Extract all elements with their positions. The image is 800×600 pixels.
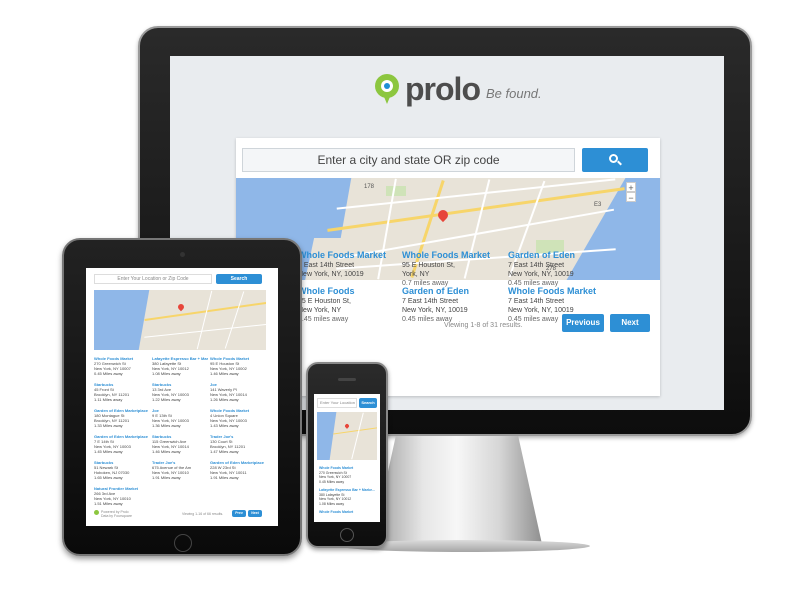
list-item[interactable]: Joe 9 E 13th St New York, NY 10003 1.36 Mil… — [152, 408, 208, 428]
tablet-prev-button[interactable]: Prev — [232, 510, 246, 517]
tablet-results-count: Viewing 1-16 of 66 results. — [182, 512, 224, 516]
list-item[interactable]: Starbucks 115 Greenwich Ave New York, NY 1… — [152, 434, 208, 454]
location-pin-eye-icon — [375, 74, 399, 104]
list-item[interactable]: Garden of Eden 7 East 14th Street New Yo… — [508, 250, 618, 288]
list-item[interactable]: Natural Frontier Market 266 3rd Ave New Yo… — [94, 486, 150, 506]
zoom-out-icon[interactable]: − — [626, 192, 636, 203]
list-item[interactable]: Whole Foods Market 7 East 14th Street Ne… — [298, 250, 408, 279]
list-item[interactable]: Starbucks 13 3rd Ave New York, NY 10003 1.2… — [152, 382, 208, 402]
map-marker-icon[interactable] — [435, 207, 451, 223]
search-icon — [609, 154, 622, 166]
list-item[interactable]: Starbucks 45 Front St Brooklyn, NY 11201 1.… — [94, 382, 150, 402]
list-item[interactable]: Whole Foods Market 95 E Houston St New Yor… — [210, 356, 266, 376]
list-item[interactable]: Trader Joe's 130 Court St Brooklyn, NY 112… — [210, 434, 266, 454]
list-item[interactable]: Joe 141 Waverly Pl New York, NY 10014 1.26 … — [210, 382, 266, 402]
list-item[interactable]: Whole Foods Market 270 Greenwich St New Yo… — [319, 466, 377, 484]
phone-search-input[interactable]: Enter Your Location or Zip — [317, 398, 357, 408]
map-marker-icon[interactable] — [344, 423, 350, 429]
prolo-pin-icon — [94, 510, 99, 515]
list-item[interactable]: Trader Joe's 675 Avenue of the Am New York… — [152, 460, 208, 480]
phone-home-button[interactable] — [340, 528, 354, 542]
phone-screen: Enter Your Location or Zip Search Whole … — [314, 394, 380, 522]
prolo-logo[interactable]: prolo Be found. — [375, 70, 542, 107]
tablet-search-input[interactable]: Enter Your Location or Zip Code — [94, 274, 212, 284]
tablet-home-button[interactable] — [174, 534, 192, 552]
tablet-next-button[interactable]: Next — [248, 510, 262, 517]
list-item[interactable]: Whole Foods Market — [319, 510, 377, 515]
list-item[interactable]: Garden of Eden Marketplace 180 Montague S… — [94, 408, 150, 428]
brand-tagline: Be found. — [485, 85, 542, 101]
tablet-screen: Enter Your Location or Zip Code Search W… — [86, 268, 278, 526]
list-item[interactable]: Garden of Eden Marketplace 7 E 14th St New… — [94, 434, 150, 454]
list-item[interactable]: Lafayette Espresso Bar + Marke... 380 Laf… — [319, 488, 377, 506]
tablet-camera — [180, 252, 185, 257]
phone-map[interactable] — [317, 412, 377, 460]
search-input[interactable]: Enter a city and state OR zip code — [242, 148, 575, 172]
tablet-map[interactable] — [94, 290, 266, 350]
results-count: Viewing 1-8 of 31 results. — [444, 322, 523, 329]
phone-search-button[interactable]: Search — [359, 398, 377, 408]
next-button[interactable]: Next — [610, 314, 650, 332]
map-label: E3 — [594, 202, 602, 208]
previous-button[interactable]: Previous — [562, 314, 604, 332]
monitor-stand — [372, 436, 542, 544]
list-item[interactable]: Whole Foods Market 270 Greenwich St New Yo… — [94, 356, 150, 376]
search-bar: Enter a city and state OR zip code — [242, 148, 654, 172]
search-button[interactable] — [582, 148, 648, 172]
list-item[interactable]: Whole Foods Market 4 Union Square New York… — [210, 408, 266, 428]
list-item[interactable]: Garden of Eden Marketplace 228 W 23rd St N… — [210, 460, 266, 480]
list-item[interactable]: Whole Foods Market 95 E Houston St, York… — [402, 250, 512, 288]
map-marker-icon[interactable] — [176, 302, 186, 312]
tablet-footer-logo: Powered by Prolo Data by Foursquare — [94, 510, 154, 518]
zoom-in-icon[interactable]: + — [626, 182, 636, 193]
map-label: 178 — [364, 184, 375, 190]
phone-device: Enter Your Location or Zip Search Whole … — [306, 362, 388, 548]
phone-speaker — [338, 378, 356, 381]
tablet-search-button[interactable]: Search — [216, 274, 262, 284]
list-item[interactable]: Lafayette Espresso Bar + Mar... 380 Lafay… — [152, 356, 208, 376]
list-item[interactable]: Starbucks 51 Newark St Hoboken, NJ 07030 1.… — [94, 460, 150, 480]
brand-name: prolo — [405, 70, 481, 107]
tablet-device: Enter Your Location or Zip Code Search W… — [62, 238, 302, 556]
list-item[interactable]: Garden of Eden 7 East 14th Street New Yo… — [402, 286, 512, 324]
list-item[interactable]: Whole Foods 95 E Houston St, New York, N… — [298, 286, 408, 324]
